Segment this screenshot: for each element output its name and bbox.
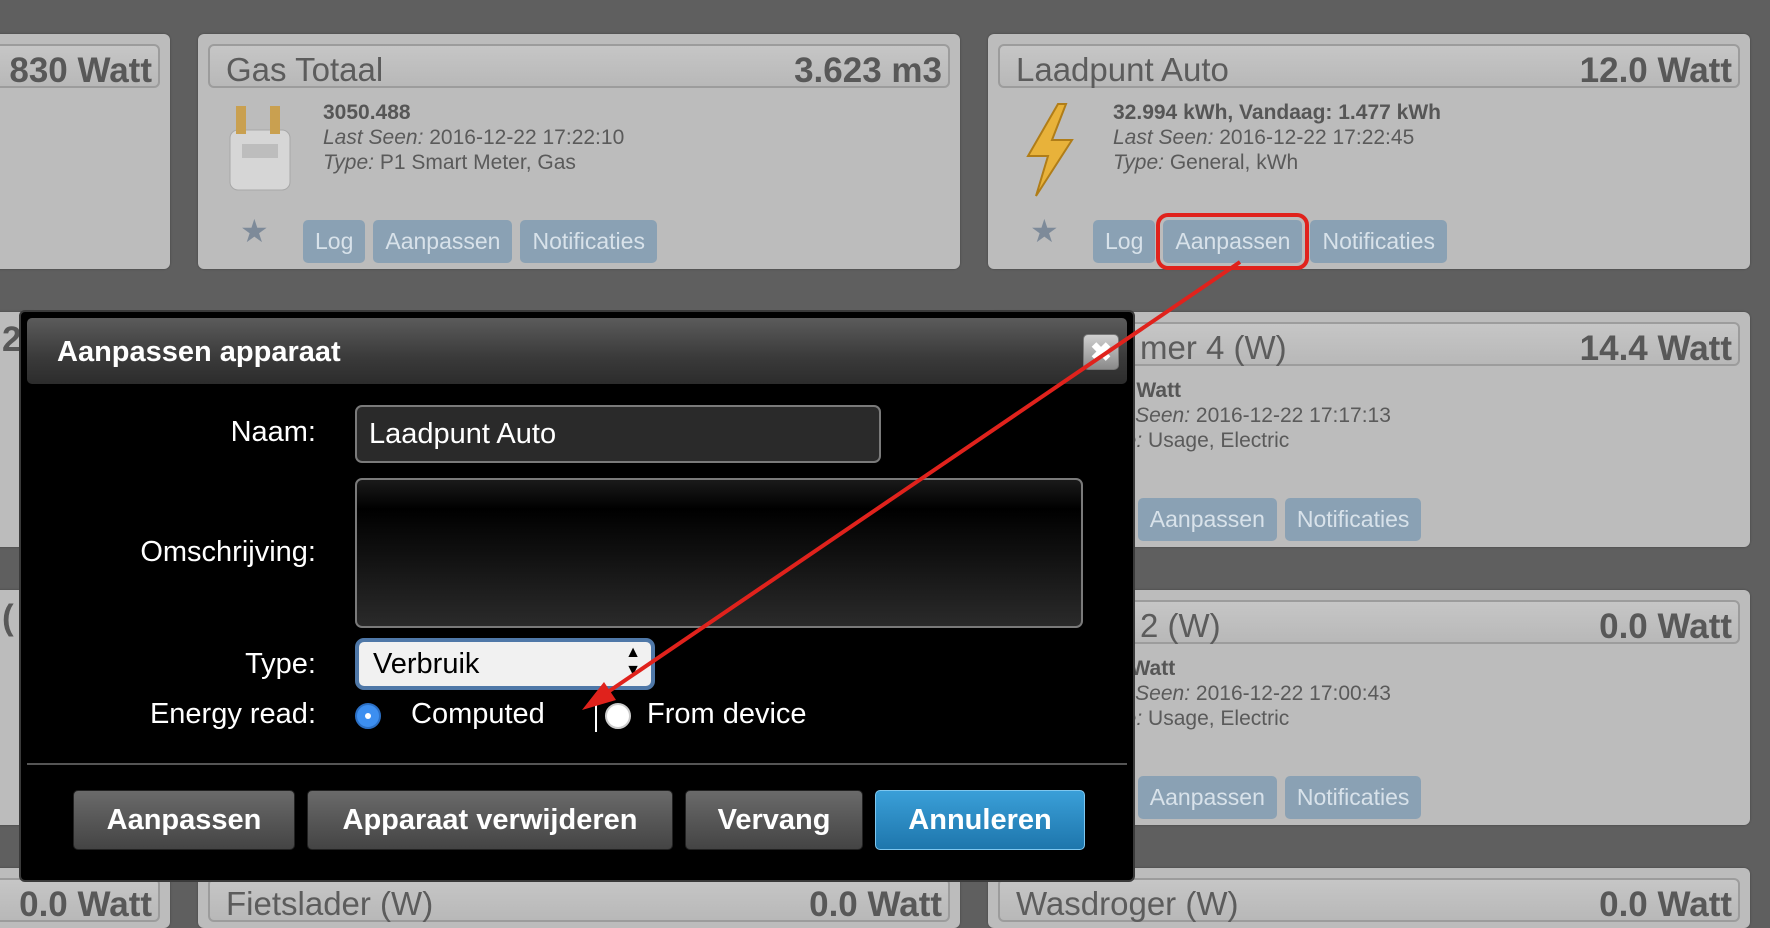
annotation-arrow	[582, 260, 1242, 710]
